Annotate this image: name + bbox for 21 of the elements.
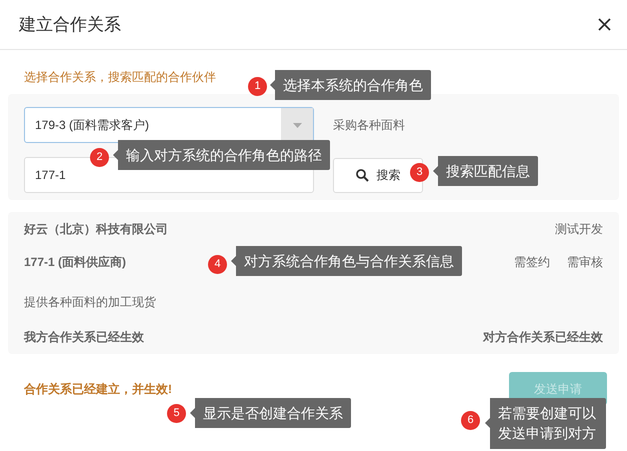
callout-number: 5 — [167, 404, 186, 423]
callout-number: 1 — [248, 77, 267, 96]
requirement-label: 需签约 — [514, 254, 550, 271]
partner-role: 177-1 (面料供应商) — [24, 254, 126, 271]
hint-text: 选择合作关系，搜索匹配的合作伙伴 — [24, 70, 216, 84]
callout-tooltip: 若需要创建可以发送申请到对方 — [485, 398, 606, 449]
their-status: 对方合作关系已经生效 — [483, 329, 603, 346]
company-name: 好云（北京）科技有限公司 — [24, 221, 168, 238]
callout-tooltip: 选择本系统的合作角色 — [270, 70, 431, 100]
callout-tooltip: 输入对方系统的合作角色的路径 — [113, 140, 330, 170]
callout-number: 6 — [461, 411, 480, 430]
partner-tag: 测试开发 — [555, 220, 603, 238]
result-message: 合作关系已经建立，并生效! — [24, 380, 172, 398]
callout-tooltip: 显示是否创建合作关系 — [190, 398, 351, 428]
partner-description: 提供各种面料的加工现货 — [24, 294, 156, 311]
dialog-title: 建立合作关系 — [19, 14, 121, 36]
callout-tooltip: 对方系统合作角色与合作关系信息 — [231, 246, 462, 276]
role-note: 采购各种面料 — [333, 117, 405, 134]
requirement-label: 需审核 — [567, 254, 603, 271]
callout-tooltip: 搜索匹配信息 — [433, 156, 538, 186]
our-status: 我方合作关系已经生效 — [24, 329, 144, 346]
